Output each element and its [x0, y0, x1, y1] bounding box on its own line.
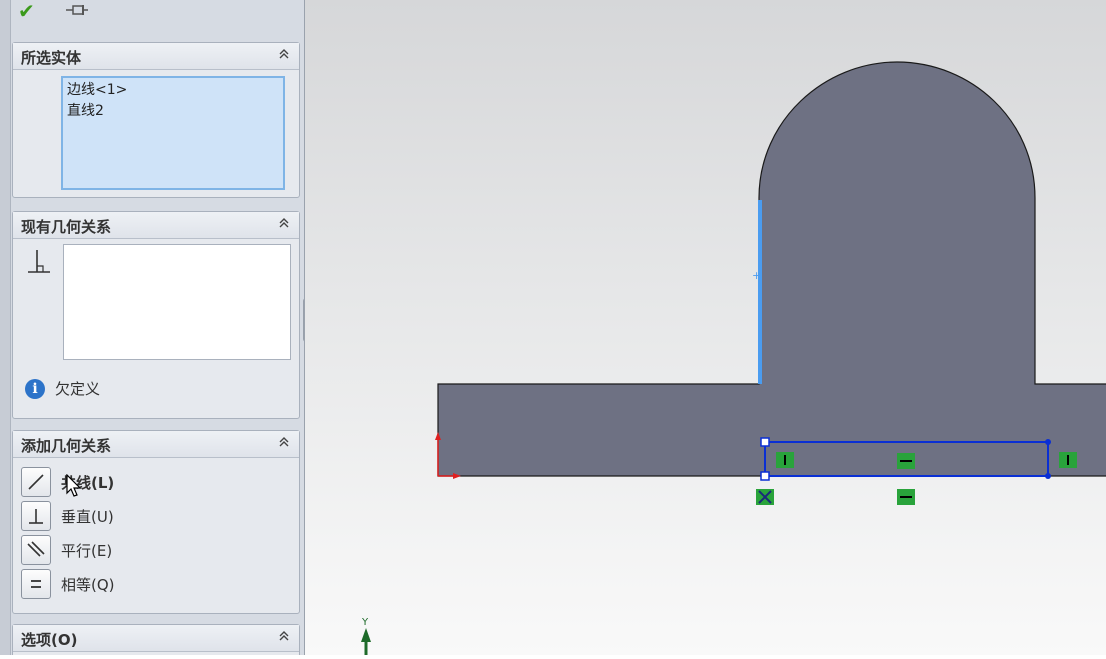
- collapse-icon[interactable]: [277, 47, 291, 61]
- options-header[interactable]: 选项(O): [13, 625, 299, 652]
- perpendicular-label[interactable]: 垂直(U): [61, 506, 114, 527]
- list-item[interactable]: 边线<1>: [67, 81, 283, 99]
- perpendicular-icon: [27, 248, 51, 279]
- perpendicular-icon[interactable]: [21, 501, 51, 531]
- coincident-relation-icon: [756, 489, 774, 505]
- pushpin-icon[interactable]: [64, 2, 90, 24]
- group-title: 添加几何关系: [21, 437, 112, 455]
- add-relations-header[interactable]: 添加几何关系: [13, 431, 299, 458]
- parallel-icon[interactable]: [21, 535, 51, 565]
- edge-midpoint-mark: +: [752, 269, 761, 282]
- parallel-label[interactable]: 平行(E): [61, 540, 112, 561]
- perpendicular-option[interactable]: 垂直(U): [21, 501, 221, 531]
- triad-y-label: Y: [361, 617, 369, 628]
- equal-option[interactable]: 相等(Q): [21, 569, 221, 599]
- group-title: 所选实体: [21, 49, 82, 67]
- add-relations-group: 添加几何关系 共线(L) 垂直(U) 平行(E) 相等(Q): [12, 430, 300, 614]
- check-icon[interactable]: ✔: [18, 1, 35, 21]
- collapse-icon[interactable]: [277, 435, 291, 449]
- selected-entities-header[interactable]: 所选实体: [13, 43, 299, 70]
- vertical-relation-icon: [776, 452, 794, 468]
- parallel-option[interactable]: 平行(E): [21, 535, 221, 565]
- vertical-relation-icon: [1059, 452, 1077, 468]
- part-body: [437, 61, 1106, 477]
- triad-y-arrow: [361, 628, 371, 642]
- sketch-endpoint: [760, 437, 770, 447]
- horizontal-relation-icon: [897, 453, 915, 469]
- group-title: 选项(O): [21, 631, 78, 649]
- selected-entities-list[interactable]: 边线<1> 直线2: [61, 76, 285, 190]
- sketch-endpoint: [1045, 473, 1051, 479]
- existing-relations-list[interactable]: [63, 244, 291, 360]
- mouse-cursor-icon: [66, 474, 82, 497]
- list-item[interactable]: 直线2: [67, 102, 283, 120]
- collinear-icon[interactable]: [21, 467, 51, 497]
- existing-relations-group: 现有几何关系 i 欠定义: [12, 211, 300, 419]
- status-text: 欠定义: [55, 380, 101, 398]
- sketch-endpoint: [760, 471, 770, 481]
- panel-edge: [0, 0, 11, 655]
- equal-icon[interactable]: [21, 569, 51, 599]
- equal-label[interactable]: 相等(Q): [61, 574, 115, 595]
- collapse-icon[interactable]: [277, 629, 291, 643]
- status-row: i 欠定义: [25, 378, 100, 400]
- selected-entities-group: 所选实体 边线<1> 直线2: [12, 42, 300, 198]
- options-group: 选项(O): [12, 624, 300, 655]
- collapse-icon[interactable]: [277, 216, 291, 230]
- graphics-viewport[interactable]: + Y: [304, 0, 1106, 655]
- property-manager: ✔ 所选实体 边线<1> 直线2 现有几何关系 i 欠定义 添加几何关系 共线(…: [0, 0, 304, 655]
- horizontal-relation-icon: [897, 489, 915, 505]
- group-title: 现有几何关系: [21, 218, 112, 236]
- property-manager-toolbar: ✔: [12, 0, 302, 24]
- existing-relations-header[interactable]: 现有几何关系: [13, 212, 299, 239]
- info-icon: i: [25, 378, 45, 399]
- sketch-endpoint: [1045, 439, 1051, 445]
- sketch-canvas[interactable]: + Y: [305, 0, 1106, 655]
- collinear-option[interactable]: 共线(L): [21, 467, 221, 497]
